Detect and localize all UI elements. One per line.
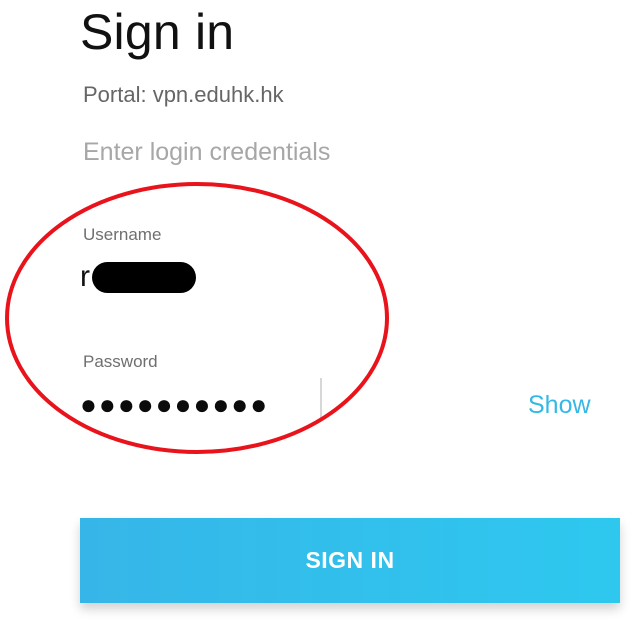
password-label: Password	[83, 352, 158, 371]
password-input[interactable]: ●●●●●●●●●●	[80, 385, 269, 425]
sign-in-button[interactable]: SIGN IN	[80, 518, 620, 603]
portal-text: Portal: vpn.eduhk.hk	[83, 82, 284, 107]
text-caret	[320, 378, 322, 418]
sign-in-screen: Sign in Portal: vpn.eduhk.hk Enter login…	[0, 0, 637, 629]
show-password-button[interactable]: Show	[528, 388, 591, 422]
page-title: Sign in	[80, 4, 235, 60]
login-prompt: Enter login credentials	[83, 138, 331, 166]
username-label: Username	[83, 225, 162, 244]
password-field-row[interactable]: ●●●●●●●●●●	[80, 384, 340, 426]
redaction-bar-icon	[92, 262, 196, 293]
